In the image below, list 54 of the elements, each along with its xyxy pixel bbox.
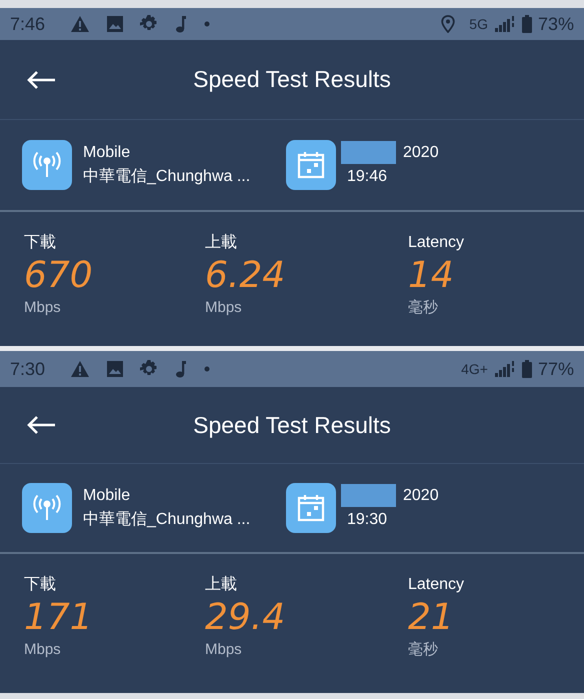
network-type: 5G	[469, 16, 488, 32]
battery-icon	[522, 360, 532, 378]
test-time: 19:46	[346, 167, 388, 187]
screen-title: Speed Test Results	[193, 66, 391, 92]
warning-icon	[70, 360, 90, 378]
carrier-name: 中華電信_Chunghwa ...	[83, 166, 252, 187]
battery-percent: 77%	[538, 358, 574, 380]
calendar-icon	[286, 483, 336, 533]
dot-icon	[204, 21, 210, 27]
metric-value: 21	[408, 596, 454, 640]
connection-type: Mobile	[83, 143, 132, 163]
battery-icon	[522, 15, 532, 33]
date-year: 2020	[403, 143, 439, 163]
test-time: 19:30	[346, 510, 388, 530]
metric-value: 670	[24, 254, 93, 298]
network-type: 4G+	[461, 361, 488, 377]
metric-label: 下載	[24, 574, 56, 595]
metric-label: Latency	[408, 575, 464, 595]
metric-value: 29.4	[205, 596, 286, 640]
image-icon	[107, 16, 124, 32]
music-note-icon	[175, 15, 188, 33]
metric-unit: 毫秒	[408, 298, 438, 318]
antenna-icon	[22, 140, 72, 190]
metric-label: 上載	[205, 574, 237, 595]
signal-icon	[494, 361, 516, 377]
dot-icon	[204, 366, 210, 372]
date-year: 2020	[403, 486, 439, 506]
warning-icon	[70, 15, 90, 33]
metric-label: Latency	[408, 233, 464, 253]
redaction-block	[341, 141, 396, 164]
antenna-icon	[22, 483, 72, 533]
carrier-name: 中華電信_Chunghwa ...	[83, 510, 252, 530]
metric-unit: Mbps	[205, 298, 242, 318]
metric-value: 171	[24, 596, 93, 640]
signal-icon	[494, 16, 516, 32]
settings-icon	[140, 360, 158, 378]
metric-label: 上載	[205, 232, 237, 253]
battery-percent: 73%	[538, 14, 574, 34]
status-time: 7:30	[10, 358, 46, 380]
metric-unit: Mbps	[205, 640, 242, 660]
calendar-icon	[286, 140, 336, 190]
metric-unit: Mbps	[24, 298, 61, 318]
metric-label: 下載	[24, 232, 56, 253]
metric-value: 6.24	[205, 254, 286, 298]
connection-type: Mobile	[83, 486, 132, 506]
screen-title: Speed Test Results	[193, 412, 391, 438]
metric-unit: 毫秒	[408, 640, 438, 660]
settings-icon	[140, 15, 158, 33]
image-icon	[107, 361, 124, 377]
redaction-block	[341, 484, 396, 507]
status-time: 7:46	[10, 14, 46, 34]
metric-unit: Mbps	[24, 640, 61, 660]
music-note-icon	[175, 360, 188, 378]
metric-value: 14	[408, 254, 454, 298]
